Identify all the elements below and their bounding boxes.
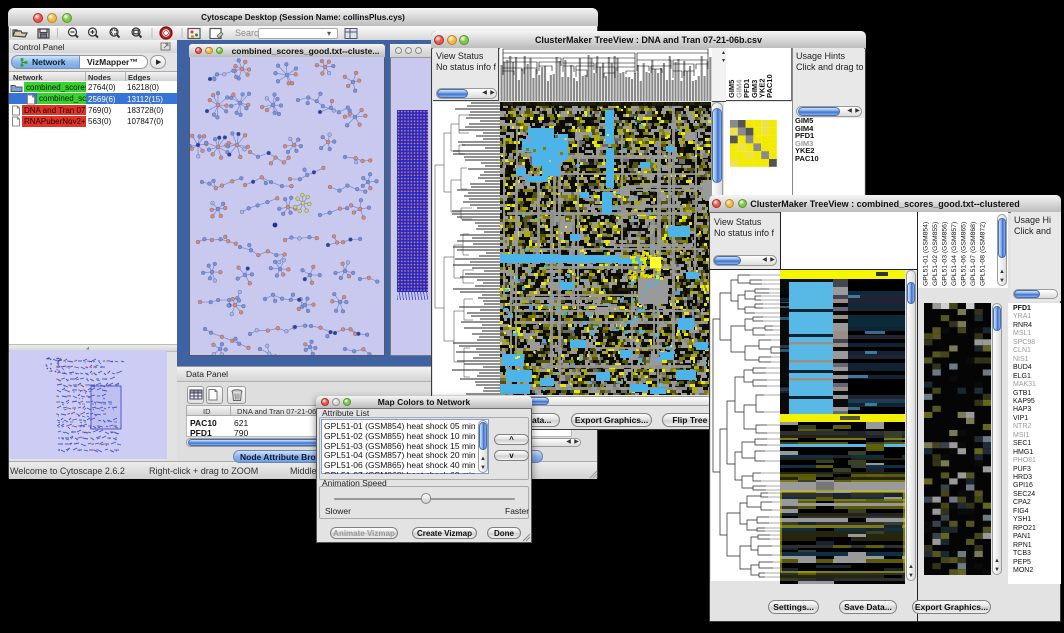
svg-text:PAC10: PAC10 xyxy=(765,74,774,98)
